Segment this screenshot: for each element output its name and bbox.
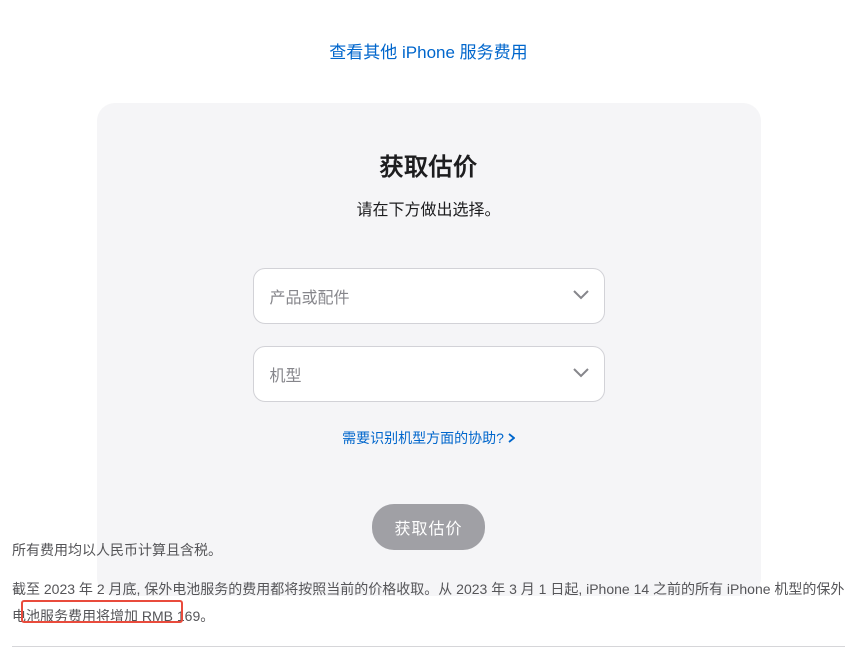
- footer-tax-note: 所有费用均以人民币计算且含税。: [12, 540, 845, 560]
- product-select-placeholder: 产品或配件: [270, 284, 350, 308]
- estimate-card: 获取估价 请在下方做出选择。 产品或配件 机型 需要识别机型方面的协助?: [97, 103, 761, 596]
- chevron-right-icon: [508, 430, 515, 446]
- footer-price-notice: 截至 2023 年 2 月底, 保外电池服务的费用都将按照当前的价格收取。从 2…: [12, 576, 845, 629]
- model-select[interactable]: 机型: [253, 346, 605, 402]
- identify-model-help-link[interactable]: 需要识别机型方面的协助?: [342, 428, 515, 448]
- page-root: 查看其他 iPhone 服务费用 获取估价 请在下方做出选择。 产品或配件 机型…: [0, 0, 857, 663]
- footer-price-notice-text: 截至 2023 年 2 月底, 保外电池服务的费用都将按照当前的价格收取。从 2…: [12, 581, 844, 624]
- help-link-label: 需要识别机型方面的协助?: [342, 428, 504, 448]
- model-select-placeholder: 机型: [270, 362, 302, 386]
- other-fees-link[interactable]: 查看其他 iPhone 服务费用: [0, 38, 857, 63]
- footer: 所有费用均以人民币计算且含税。 截至 2023 年 2 月底, 保外电池服务的费…: [12, 540, 845, 629]
- card-subtitle: 请在下方做出选择。: [157, 196, 701, 220]
- model-select-wrap: 机型: [253, 346, 605, 402]
- card-title: 获取估价: [157, 147, 701, 182]
- product-select-wrap: 产品或配件: [253, 268, 605, 324]
- product-select[interactable]: 产品或配件: [253, 268, 605, 324]
- divider: [12, 646, 845, 647]
